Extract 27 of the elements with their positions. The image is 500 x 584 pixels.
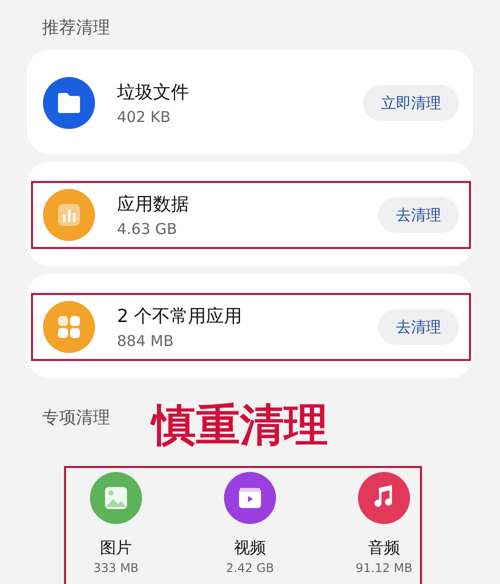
highlight-frame[interactable]: 2 个不常用应用 884 MB 去清理 — [31, 293, 471, 361]
music-note-icon[interactable] — [358, 472, 410, 524]
category-size: 333 MB — [93, 561, 139, 575]
annotation-text: 慎重清理 — [152, 399, 328, 453]
category-size: 2.42 GB — [226, 561, 274, 575]
clean-button[interactable]: 去清理 — [378, 197, 459, 233]
category-title: 音频 — [368, 538, 400, 559]
app-grid-icon — [43, 301, 95, 353]
category-title: 图片 — [100, 538, 132, 559]
item-size: 884 MB — [117, 332, 175, 350]
folder-icon — [43, 77, 95, 129]
video-icon[interactable] — [224, 472, 276, 524]
bar-chart-icon — [43, 189, 95, 241]
item-title: 应用数据 — [117, 193, 190, 216]
category-size: 91.12 MB — [356, 561, 412, 575]
clean-button[interactable]: 去清理 — [378, 309, 459, 345]
section-title: 专项清理 — [41, 407, 110, 430]
item-size: 4.63 GB — [117, 220, 178, 238]
item-size: 402 KB — [117, 108, 172, 126]
highlight-frame[interactable]: 应用数据 4.63 GB 去清理 — [31, 181, 471, 249]
clean-button[interactable]: 立即清理 — [363, 85, 459, 121]
section-title: 推荐清理 — [41, 17, 110, 40]
item-title: 垃圾文件 — [117, 81, 190, 104]
list-row[interactable]: 垃圾文件 402 KB 立即清理 — [31, 69, 471, 137]
category-title: 视频 — [234, 538, 266, 559]
image-icon[interactable] — [90, 472, 142, 524]
item-title: 2 个不常用应用 — [117, 305, 244, 328]
